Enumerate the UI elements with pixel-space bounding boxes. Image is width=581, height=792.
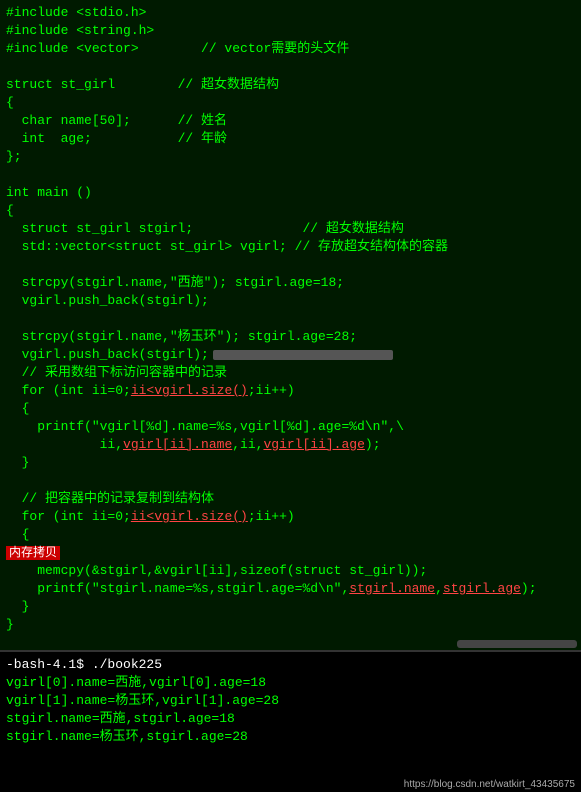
- code-line-7: char name[50]; // 姓名: [6, 112, 575, 130]
- code-line-6: {: [6, 94, 575, 112]
- code-line-26: }: [6, 454, 575, 472]
- code-line-27: [6, 472, 575, 490]
- code-line-21: // 采用数组下标访问容器中的记录: [6, 364, 575, 382]
- code-line-18: [6, 310, 575, 328]
- code-line-23: {: [6, 400, 575, 418]
- terminal-output-2: vgirl[1].name=杨玉环,vgirl[1].age=28: [6, 692, 575, 710]
- code-line-12: {: [6, 202, 575, 220]
- code-line-17: vgirl.push_back(stgirl);: [6, 292, 575, 310]
- code-line-14: std::vector<struct st_girl> vgirl; // 存放…: [6, 238, 575, 256]
- code-line-29: for (int ii=0;ii<vgirl.size();ii++): [6, 508, 575, 526]
- code-line-10: [6, 166, 575, 184]
- code-line-11: int main (): [6, 184, 575, 202]
- code-line-5: struct st_girl // 超女数据结构: [6, 76, 575, 94]
- code-line-31: 内存拷贝: [6, 544, 575, 562]
- terminal-prompt: -bash-4.1$ ./book225: [6, 656, 575, 674]
- code-line-24: printf("vgirl[%d].name=%s,vgirl[%d].age=…: [6, 418, 575, 436]
- code-line-16: strcpy(stgirl.name,"西施"); stgirl.age=18;: [6, 274, 575, 292]
- code-line-1: #include <stdio.h>: [6, 4, 575, 22]
- code-line-9: };: [6, 148, 575, 166]
- code-line-13: struct st_girl stgirl; // 超女数据结构: [6, 220, 575, 238]
- code-line-34: }: [6, 598, 575, 616]
- scrollbar-horizontal[interactable]: [457, 640, 577, 648]
- terminal-output-3: stgirl.name=西施,stgirl.age=18: [6, 710, 575, 728]
- terminal-output-4: stgirl.name=杨玉环,stgirl.age=28: [6, 728, 575, 746]
- code-line-2: #include <string.h>: [6, 22, 575, 40]
- watermark-text: https://blog.csdn.net/watkirt_43435675: [404, 779, 575, 790]
- code-line-30: {: [6, 526, 575, 544]
- code-line-8: int age; // 年龄: [6, 130, 575, 148]
- terminal-panel: -bash-4.1$ ./book225 vgirl[0].name=西施,vg…: [0, 650, 581, 792]
- code-line-4: [6, 58, 575, 76]
- code-line-15: [6, 256, 575, 274]
- code-line-3: #include <vector> // vector需要的头文件: [6, 40, 575, 58]
- code-line-19: strcpy(stgirl.name,"杨玉环"); stgirl.age=28…: [6, 328, 575, 346]
- code-line-32: memcpy(&stgirl,&vgirl[ii],sizeof(struct …: [6, 562, 575, 580]
- code-line-25: ii,vgirl[ii].name,ii,vgirl[ii].age);: [6, 436, 575, 454]
- code-line-33: printf("stgirl.name=%s,stgirl.age=%d\n",…: [6, 580, 575, 598]
- code-line-28: // 把容器中的记录复制到结构体: [6, 490, 575, 508]
- code-line-35: }: [6, 616, 575, 634]
- terminal-output-1: vgirl[0].name=西施,vgirl[0].age=18: [6, 674, 575, 692]
- code-line-20: vgirl.push_back(stgirl);: [6, 346, 575, 364]
- code-line-22: for (int ii=0;ii<vgirl.size();ii++): [6, 382, 575, 400]
- code-editor: #include <stdio.h> #include <string.h> #…: [0, 0, 581, 650]
